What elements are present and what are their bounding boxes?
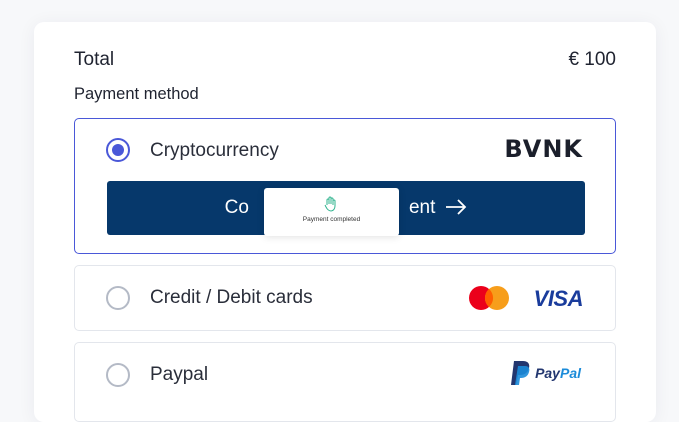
card-radio[interactable] (106, 286, 130, 310)
paypal-p-icon (511, 361, 530, 385)
payment-method-label: Payment method (74, 85, 199, 103)
paypal-text-pal: Pal (559, 365, 581, 381)
card-label: Credit / Debit cards (150, 287, 313, 308)
crypto-radio[interactable] (106, 138, 130, 162)
crypto-label: Cryptocurrency (150, 140, 279, 161)
mastercard-logo (469, 286, 509, 310)
hand-icon (324, 196, 338, 217)
payment-option-paypal[interactable]: Paypal PayPal (74, 342, 616, 422)
paypal-logo: PayPal (510, 359, 581, 387)
toast-text: Payment completed (302, 216, 361, 223)
bvnk-logo: BVNK (504, 135, 583, 163)
arrow-right-icon (445, 197, 467, 219)
paypal-text-pay: Pay (535, 365, 560, 381)
payment-completed-toast: Payment completed (264, 188, 399, 236)
confirm-label-right: ent (408, 197, 436, 218)
total-label: Total (74, 49, 115, 70)
visa-logo: VISA (533, 286, 584, 311)
paypal-label: Paypal (150, 364, 209, 385)
total-amount: € 100 (568, 49, 616, 70)
paypal-radio[interactable] (106, 363, 130, 387)
checkout-card: Total € 100 Payment method Cryptocurrenc… (34, 22, 656, 422)
confirm-label-left: Co (224, 197, 249, 218)
payment-option-card[interactable]: Credit / Debit cards VISA (74, 265, 616, 331)
